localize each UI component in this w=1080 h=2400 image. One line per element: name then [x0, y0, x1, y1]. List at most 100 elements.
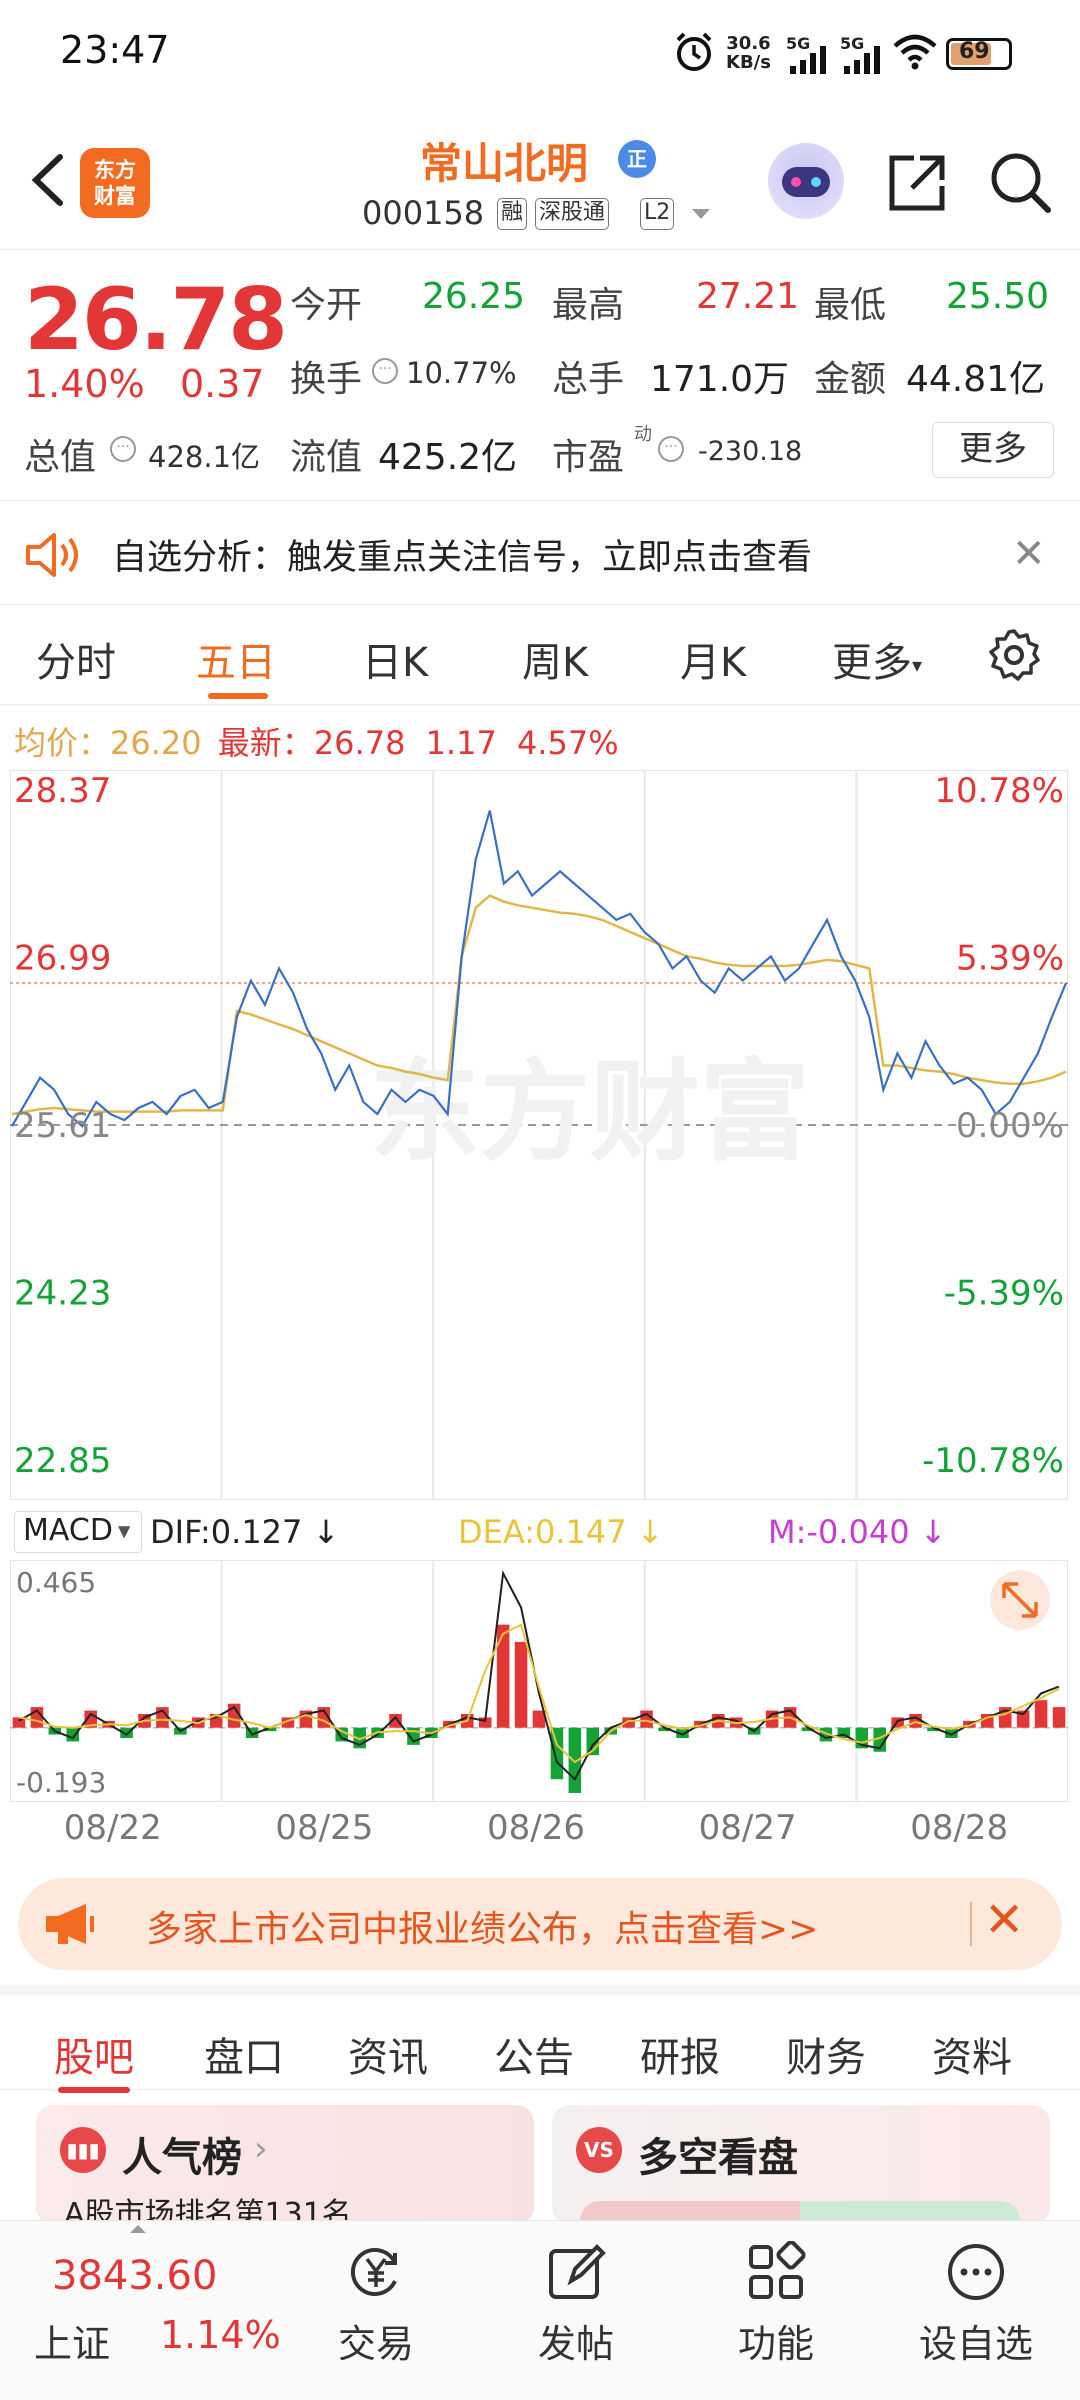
- low-label: 最低: [814, 285, 887, 326]
- tab-monthly-k[interactable]: 月K: [680, 630, 746, 688]
- tab-financials[interactable]: 财务: [786, 2025, 866, 2083]
- long-short-card[interactable]: VS 多空看盘: [552, 2105, 1050, 2225]
- five-day-price-chart[interactable]: 东方财富 28.37 10.78% 26.99 5.39% 25.61 0.00% 24.2…: [10, 770, 1068, 1500]
- info-icon[interactable]: ···: [658, 436, 684, 462]
- y-tick-left: 22.85: [14, 1441, 111, 1481]
- battery-icon: 69: [946, 38, 1012, 70]
- macd-bar: [66, 1727, 80, 1742]
- info-icon[interactable]: ···: [372, 358, 398, 384]
- tab-more[interactable]: 更多▾: [832, 630, 922, 688]
- x-tick-date: 08/25: [275, 1808, 374, 1848]
- avg-label: 均价：: [14, 724, 111, 762]
- float-cap-label: 流值: [290, 437, 363, 478]
- dif-line: [18, 1569, 1060, 1781]
- gear-icon[interactable]: [986, 627, 1042, 683]
- back-button[interactable]: [18, 145, 78, 215]
- turnover-value: 10.77%: [406, 356, 517, 390]
- macd-bar: [1052, 1707, 1066, 1728]
- divider: [970, 1902, 972, 1946]
- x-tick-date: 08/26: [487, 1808, 585, 1848]
- chevron-right-icon: ›: [254, 2129, 268, 2169]
- nav-trade[interactable]: 交易: [306, 2241, 446, 2381]
- pe-value: -230.18: [698, 436, 803, 467]
- more-quote-button[interactable]: 更多: [932, 422, 1054, 478]
- info-icon[interactable]: ···: [110, 436, 136, 462]
- tab-intraday[interactable]: 分时: [36, 630, 116, 688]
- latest-label: 最新：: [217, 724, 314, 762]
- y-tick-right: 5.39%: [956, 939, 1064, 979]
- macd-bar: [550, 1727, 564, 1780]
- chart-summary-line: 均价：26.20 最新：26.78 1.17 4.57%: [14, 718, 619, 764]
- y-tick-left: 26.99: [14, 939, 111, 979]
- stock-name: 常山北明: [420, 139, 589, 188]
- close-icon[interactable]: ✕: [984, 1892, 1024, 1948]
- market-cap-label: 总值: [24, 437, 97, 478]
- caret-up-icon: [130, 2225, 146, 2233]
- x-tick-date: 08/28: [910, 1808, 1009, 1848]
- more-circle-icon: [948, 2244, 1004, 2300]
- nav-post[interactable]: 发帖: [506, 2241, 646, 2381]
- tab-news[interactable]: 资讯: [348, 2025, 428, 2083]
- float-cap-value: 425.2亿: [378, 437, 518, 478]
- stock-header: 东方 财富 常山北明 正 000158 融 深股通 L2: [0, 110, 1080, 250]
- nav-functions-label: 功能: [737, 2322, 814, 2366]
- macd-frame: [10, 1560, 1068, 1802]
- pe-superscript: 动: [634, 424, 652, 445]
- tab-weekly-k[interactable]: 周K: [522, 630, 588, 688]
- tab-daily-k[interactable]: 日K: [362, 630, 428, 688]
- stock-status-badge: 正: [618, 140, 656, 178]
- bottom-nav: 3843.60 上证 1.14% 交易 发帖 功能 设自选: [0, 2220, 1080, 2400]
- nav-add-watchlist[interactable]: 设自选: [906, 2241, 1046, 2381]
- nav-add-watchlist-label: 设自选: [918, 2322, 1033, 2366]
- pe-label: 市盈: [552, 437, 625, 478]
- macd-grid: [10, 1560, 1068, 1802]
- status-time: 23:47: [60, 28, 170, 72]
- edit-icon: [549, 2244, 606, 2299]
- tab-order-book[interactable]: 盘口: [204, 2025, 284, 2083]
- notice-bar[interactable]: 自选分析：触发重点关注信号，立即点击查看 ✕: [0, 500, 1080, 605]
- turnover-label: 换手: [290, 359, 363, 400]
- macd-chart[interactable]: 0.465 -0.193: [10, 1560, 1068, 1802]
- share-icon[interactable]: [884, 150, 950, 216]
- yen-exchange-icon: [351, 2248, 397, 2296]
- expand-icon[interactable]: [990, 1570, 1050, 1630]
- index-quote[interactable]: 3843.60 上证 1.14%: [0, 2221, 300, 2400]
- tab-profile[interactable]: 资料: [932, 2025, 1012, 2083]
- indicator-selector[interactable]: MACD ▼: [14, 1511, 142, 1553]
- latest-value: 26.78: [313, 724, 406, 762]
- close-icon[interactable]: ✕: [1012, 531, 1046, 577]
- dropdown-caret-icon[interactable]: [690, 206, 712, 222]
- net-speed: 30.6 KB/s: [726, 33, 771, 73]
- macd-bar: [1034, 1700, 1048, 1728]
- section-tabs: 股吧 盘口 资讯 公告 研报 财务 资料: [0, 1985, 1080, 2093]
- megaphone-icon: [46, 1904, 94, 1944]
- promo-text: 多家上市公司中报业绩公布，点击查看>>: [146, 1909, 819, 1950]
- macd-bar: [514, 1641, 528, 1728]
- nav-functions[interactable]: 功能: [706, 2241, 846, 2381]
- wifi-icon: [893, 34, 937, 70]
- index-change: 1.14%: [160, 2313, 281, 2357]
- assistant-robot-icon[interactable]: [768, 143, 844, 219]
- notice-text: 自选分析：触发重点关注信号，立即点击查看: [112, 538, 813, 578]
- avg-value: 26.20: [110, 724, 202, 762]
- promo-banner[interactable]: 多家上市公司中报业绩公布，点击查看>> ✕: [18, 1878, 1062, 1970]
- popularity-title: 人气榜: [122, 2135, 242, 2181]
- macd-min-label: -0.193: [16, 1766, 106, 1799]
- y-tick-right: 10.78%: [934, 771, 1064, 811]
- open-value: 26.25: [422, 276, 526, 317]
- tab-forum[interactable]: 股吧: [54, 2025, 134, 2083]
- brand-logo[interactable]: 东方 财富: [80, 148, 150, 218]
- tab-five-day[interactable]: 五日: [196, 630, 276, 688]
- macd-max-label: 0.465: [16, 1566, 96, 1599]
- tab-announcements[interactable]: 公告: [494, 2025, 574, 2083]
- chart-bars-icon: ▮▮▮: [60, 2127, 106, 2173]
- open-label: 今开: [290, 285, 363, 326]
- y-tick-left: 25.61: [14, 1106, 111, 1146]
- search-icon[interactable]: [986, 148, 1054, 216]
- index-name: 上证: [34, 2322, 111, 2366]
- popularity-card[interactable]: ▮▮▮ 人气榜 › A股市场排名第131名: [36, 2105, 534, 2225]
- y-tick-right: -5.39%: [944, 1274, 1064, 1314]
- nav-post-label: 发帖: [537, 2322, 614, 2366]
- tab-research[interactable]: 研报: [640, 2025, 720, 2083]
- chart-period-tabs: 分时 五日 日K 周K 月K 更多▾: [0, 605, 1080, 705]
